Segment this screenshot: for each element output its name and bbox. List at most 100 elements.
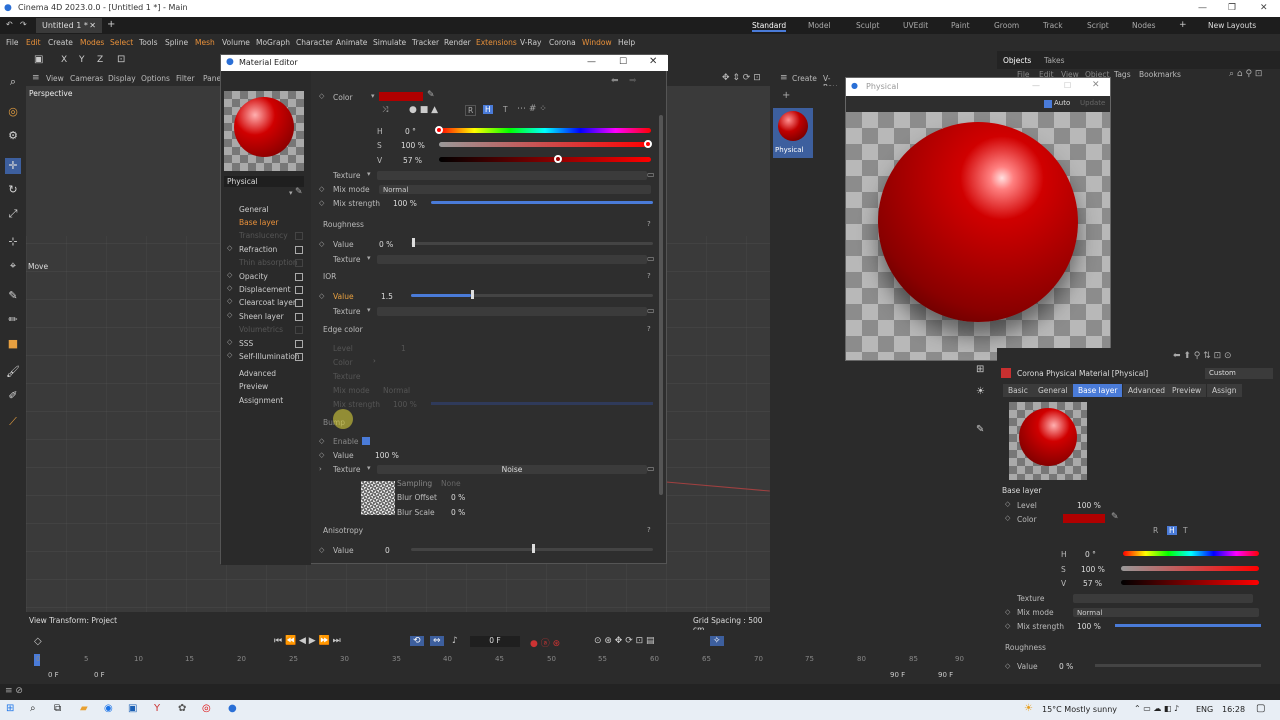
sidebar-item-sss[interactable]: SSS: [239, 339, 253, 348]
opacity-checkbox[interactable]: [295, 273, 303, 281]
menu-animate[interactable]: Animate: [336, 38, 367, 47]
menu-tracker[interactable]: Tracker: [412, 38, 439, 47]
windows-start-icon[interactable]: ⊞: [6, 703, 14, 714]
pen-icon[interactable]: ✎: [976, 424, 984, 435]
sound-icon[interactable]: ♪: [452, 636, 458, 646]
color-wheel-icon[interactable]: ● ■ ▲: [409, 105, 438, 115]
task-view-icon[interactable]: ⧉: [54, 703, 61, 714]
viewport-menu-cameras[interactable]: Cameras: [70, 74, 103, 83]
keyframe-diamond-icon[interactable]: ◇: [227, 297, 232, 305]
attr-roughness-value[interactable]: 0 %: [1059, 662, 1073, 671]
axis-z-toggle[interactable]: Z: [97, 55, 103, 65]
edge-mix-strength-slider[interactable]: [431, 402, 653, 405]
h-value[interactable]: 0 °: [405, 127, 416, 136]
edge-mix-strength-value[interactable]: 100 %: [393, 400, 417, 409]
roughness-slider[interactable]: [411, 242, 653, 245]
axis-y-toggle[interactable]: Y: [79, 55, 85, 65]
attr-color-swatch[interactable]: [1063, 514, 1105, 523]
folder-icon[interactable]: ▭: [647, 306, 655, 315]
layout-sculpt[interactable]: Sculpt: [856, 21, 879, 30]
hsv-mode-button[interactable]: H: [483, 105, 493, 114]
end-frame[interactable]: 90 F: [938, 671, 953, 679]
sidebar-item-assignment[interactable]: Assignment: [239, 396, 283, 405]
create-menu[interactable]: Create: [792, 74, 817, 83]
move-tool-icon[interactable]: ✛: [5, 158, 21, 174]
eyedropper-icon[interactable]: ✎: [295, 187, 303, 197]
sketch-icon[interactable]: ✏: [5, 312, 21, 328]
anisotropy-value[interactable]: 0: [385, 546, 390, 555]
menu-mesh[interactable]: Mesh: [195, 38, 215, 47]
keyframe-diamond-icon[interactable]: ◇: [227, 271, 232, 279]
blur-offset-value[interactable]: 0 %: [451, 493, 465, 502]
sidebar-item-clearcoat[interactable]: Clearcoat layer: [239, 298, 296, 307]
search-icon[interactable]: ⌕: [30, 703, 36, 714]
search-icon[interactable]: ⌕: [5, 74, 21, 90]
attr-tab-general[interactable]: General: [1033, 384, 1073, 397]
blur-scale-value[interactable]: 0 %: [451, 508, 465, 517]
model-mode-icon[interactable]: ▣: [34, 54, 43, 65]
attr-h-value[interactable]: 0 °: [1085, 550, 1096, 559]
eyedropper-icon[interactable]: ✎: [1111, 512, 1119, 522]
keyframe-diamond-icon[interactable]: ◇: [227, 311, 232, 319]
attr-tab-preview[interactable]: Preview: [1167, 384, 1207, 397]
add-material-icon[interactable]: +: [782, 90, 790, 101]
light-icon[interactable]: ☀: [976, 386, 985, 397]
bump-texture-field[interactable]: Noise: [377, 465, 647, 474]
value-knob[interactable]: [554, 155, 562, 163]
layout-groom[interactable]: Groom: [994, 21, 1019, 30]
tab-objects[interactable]: Objects: [1003, 56, 1031, 65]
store-icon[interactable]: ▣: [128, 703, 137, 714]
attr-level-value[interactable]: 100 %: [1077, 501, 1101, 510]
layout-paint[interactable]: Paint: [951, 21, 970, 30]
attr-value-slider[interactable]: [1121, 580, 1259, 585]
ior-texture-field[interactable]: [377, 307, 647, 316]
weather-text[interactable]: 15°C Mostly sunny: [1042, 705, 1117, 714]
objects-search-icon[interactable]: ⌕ ⌂ ⚲ ⊡: [1229, 69, 1262, 79]
keyframe-diamond-icon[interactable]: ◇: [227, 244, 232, 252]
chevron-down-icon[interactable]: ▾: [371, 92, 375, 100]
keyframe-diamond-icon[interactable]: ◇: [319, 451, 324, 459]
scale-tool-icon[interactable]: ⤢: [5, 206, 21, 222]
cube-icon[interactable]: ■: [5, 336, 21, 352]
record-icon[interactable]: ● ⓐ ⊛: [530, 636, 560, 649]
viewport-nav-icons[interactable]: ✥ ⇕ ⟳ ⊡: [722, 73, 761, 83]
maximize-icon[interactable]: ❐: [1228, 3, 1236, 13]
preview-close-icon[interactable]: ✕: [1092, 80, 1100, 90]
menu-render[interactable]: Render: [444, 38, 471, 47]
sidebar-item-base-layer[interactable]: Base layer: [239, 218, 278, 227]
keyframe-diamond-icon[interactable]: ◇: [319, 546, 324, 554]
attr-hsv-button[interactable]: H: [1167, 526, 1177, 535]
go-start-icon[interactable]: ⏮ ⏪ ◀ ▶ ⏩ ⏭: [274, 636, 341, 646]
keyframe-diamond-icon[interactable]: ◇: [319, 92, 324, 100]
folder-icon[interactable]: ▭: [647, 170, 655, 179]
me-minimize-icon[interactable]: —: [587, 57, 596, 67]
keyframe-diamond-icon[interactable]: ◇: [227, 284, 232, 292]
attr-mix-strength-value[interactable]: 100 %: [1077, 622, 1101, 631]
key-tools-icon[interactable]: ⊙ ⊛ ✥ ⟳ ⊡ ▤: [594, 636, 655, 646]
menu-window[interactable]: Window: [582, 38, 612, 47]
ior-handle[interactable]: [471, 290, 474, 299]
mix-strength-value[interactable]: 100 %: [393, 199, 417, 208]
texture-dropdown-icon[interactable]: ▾: [367, 306, 371, 314]
bump-enable-checkbox[interactable]: [362, 437, 370, 445]
noise-thumbnail[interactable]: [361, 481, 395, 515]
render-icon[interactable]: ⊞: [976, 364, 984, 375]
menu-corona[interactable]: Corona: [549, 38, 576, 47]
viewport-menu-display[interactable]: Display: [108, 74, 136, 83]
volumetrics-checkbox[interactable]: [295, 326, 303, 334]
layout-track[interactable]: Track: [1043, 21, 1063, 30]
keyframe-diamond-icon[interactable]: ◇: [1005, 500, 1010, 508]
sheen-checkbox[interactable]: [295, 313, 303, 321]
material-editor-titlebar[interactable]: ● Material Editor — ☐ ✕: [221, 55, 668, 71]
live-select-icon[interactable]: ⚙: [5, 128, 21, 144]
me-close-icon[interactable]: ✕: [649, 56, 657, 67]
thin-absorption-checkbox[interactable]: [295, 259, 303, 267]
help-icon[interactable]: ?: [647, 325, 651, 333]
current-frame-field[interactable]: 0 F: [470, 636, 520, 647]
expand-chevron-icon[interactable]: ›: [319, 465, 322, 473]
keyframe-diamond-icon[interactable]: ◇: [1005, 662, 1010, 670]
attr-temp-button[interactable]: T: [1183, 526, 1188, 535]
auto-update-checkbox[interactable]: [1044, 100, 1052, 108]
brush-icon[interactable]: 🖌: [5, 364, 21, 380]
keyframe-diamond-icon[interactable]: ◇: [319, 199, 324, 207]
